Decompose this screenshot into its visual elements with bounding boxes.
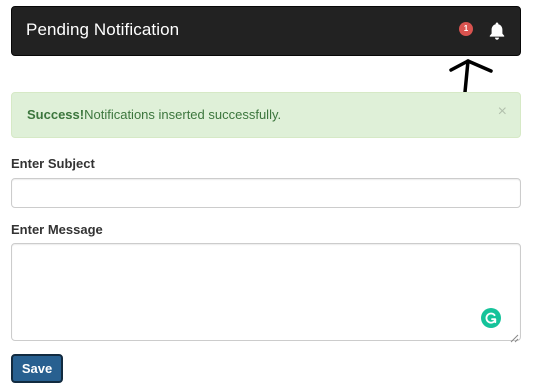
resize-grip-icon[interactable] — [510, 330, 519, 348]
alert-strong: Success! — [27, 107, 85, 122]
subject-input[interactable] — [11, 178, 521, 208]
alert-text: Success!Notifications inserted successfu… — [27, 107, 281, 122]
navbar: Pending Notification — [11, 6, 521, 56]
message-textarea[interactable] — [11, 243, 521, 341]
close-icon[interactable]: × — [498, 104, 507, 120]
subject-label: Enter Subject — [11, 156, 95, 171]
bell-icon[interactable] — [486, 20, 508, 42]
alert-message: Notifications inserted successfully. — [84, 107, 282, 122]
notification-badge[interactable]: 1 — [459, 22, 473, 36]
page: Pending Notification 1 Success!Notificat… — [0, 0, 534, 388]
save-button[interactable]: Save — [11, 354, 63, 383]
navbar-title[interactable]: Pending Notification — [26, 20, 179, 40]
success-alert: Success!Notifications inserted successfu… — [11, 92, 521, 138]
grammarly-icon[interactable] — [481, 308, 501, 328]
message-label: Enter Message — [11, 222, 103, 237]
